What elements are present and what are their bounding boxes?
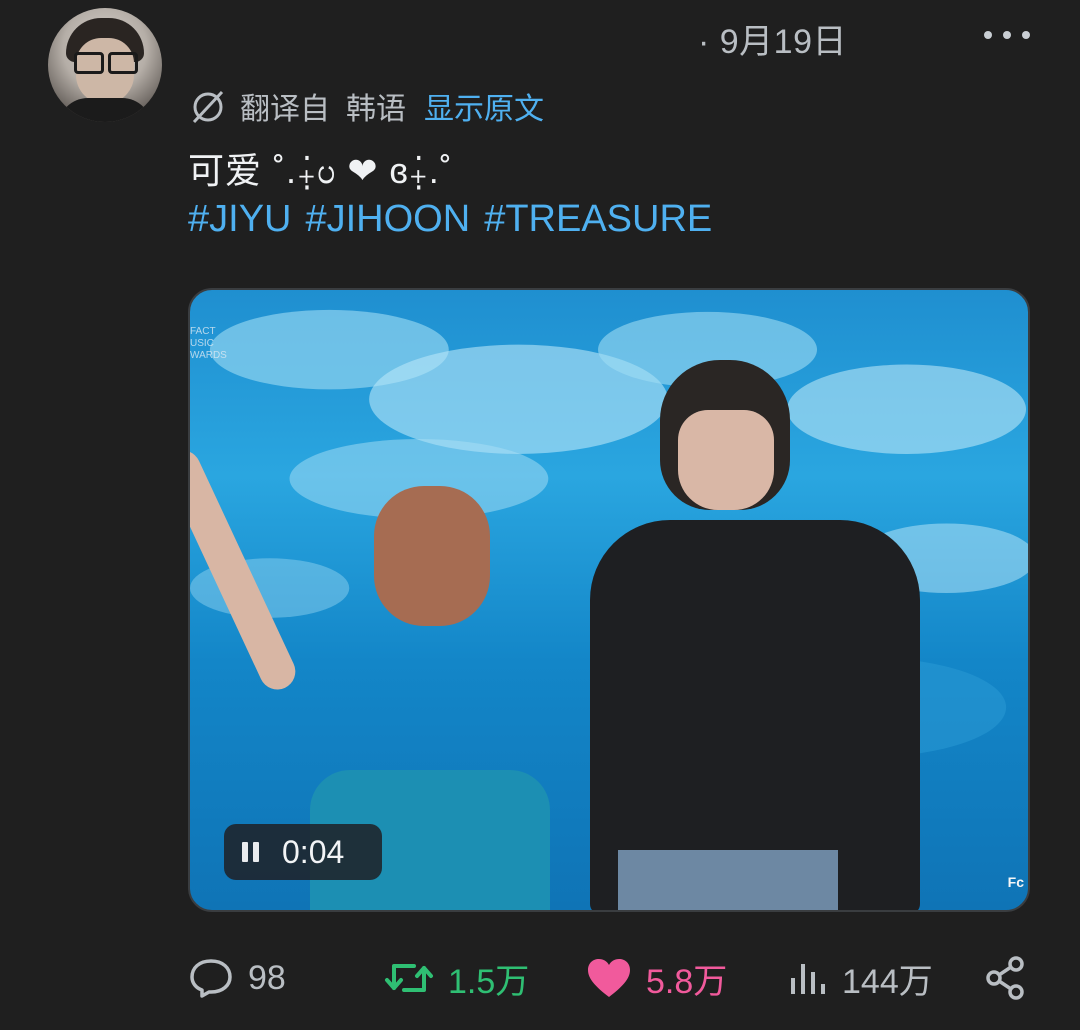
hashtag-link[interactable]: #JIHOON [305,198,470,248]
performer-left-head [374,486,490,626]
more-options-button[interactable] [984,22,1030,48]
translation-row: 翻译自 韩语 显示原文 [188,84,544,128]
like-count: 5.8万 [646,962,728,1001]
more-dot-icon [984,31,992,39]
retweet-button[interactable]: 1.5万 [384,948,529,1008]
show-original-link[interactable]: 显示原文 [424,84,544,128]
more-dot-icon [1022,31,1030,39]
avatar-glasses [74,52,138,74]
like-button[interactable]: 5.8万 [586,948,727,1008]
retweet-count: 1.5万 [448,962,530,1001]
video-controls[interactable]: 0:04 [224,824,382,880]
reply-count: 98 [248,958,286,997]
avatar[interactable] [48,8,162,122]
reply-button[interactable]: 98 [188,948,286,1008]
video-player[interactable]: FACT USIC WARDS Fc 0:04 [188,288,1030,912]
bar-chart-icon [791,964,825,994]
performer-right-face [678,410,774,510]
share-icon [986,956,1024,1000]
hashtag-link[interactable]: #JIYU [188,198,291,248]
action-bar: 98 1.5万 5.8万 144万 [188,948,1030,1008]
corner-logo: Fc [1007,874,1024,890]
avatar-shirt [58,98,152,122]
performer-right-jeans [618,850,838,910]
reply-bubble-icon [190,959,232,998]
video-time: 0:04 [282,833,345,870]
more-dot-icon [1003,31,1011,39]
source-language: 韩语 [346,93,406,126]
view-count: 144万 [842,962,933,1001]
broadcast-watermark: FACT USIC WARDS [190,326,227,361]
heart-icon [588,959,630,997]
tweet-text: 可爱 ˚.₊̣̇ᦢ ❤ ɞ₊̣̇.˚ [188,150,453,191]
hashtag-link[interactable]: #TREASURE [484,198,712,248]
translated-from-label: 翻译自 [240,93,330,126]
retweet-icon [385,964,433,992]
hashtag-list: #JIYU #JIHOON #TREASURE [188,198,712,248]
pause-icon[interactable] [240,842,262,862]
tweet-date[interactable]: · 9月19日 [698,14,847,61]
translate-slash-icon [192,90,224,124]
views-button[interactable]: 144万 [788,948,933,1008]
share-button[interactable] [984,948,1026,1008]
